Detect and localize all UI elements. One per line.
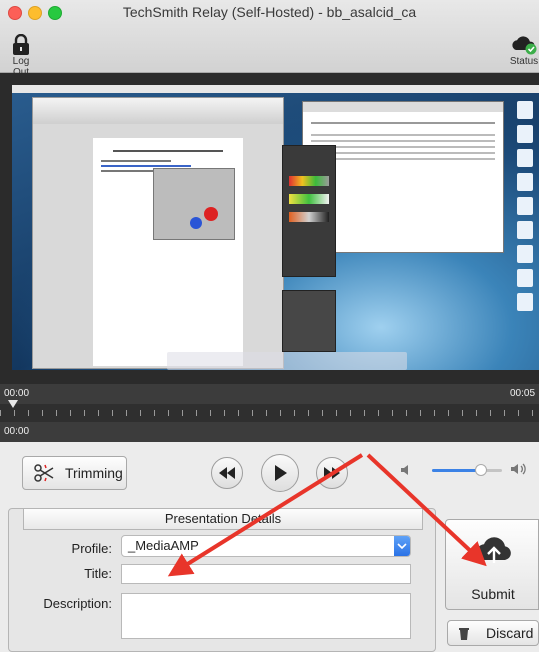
status-tool[interactable]: Status: [508, 34, 539, 67]
playhead-handle[interactable]: [8, 400, 18, 408]
document-page: [93, 138, 243, 366]
word-toolbar: [33, 98, 283, 124]
submit-label: Submit: [471, 586, 515, 602]
desktop-icons: [511, 95, 539, 365]
fast-forward-icon: [324, 467, 340, 479]
volume-slider-fill: [432, 469, 481, 472]
rewind-icon: [219, 467, 235, 479]
volume-slider[interactable]: [432, 464, 502, 476]
recording-preview-thumbnail[interactable]: [12, 85, 539, 370]
timeline-start-time: 00:00: [4, 388, 30, 399]
profile-select[interactable]: _MediaAMP: [121, 535, 411, 557]
timeline-end-time: 00:05: [510, 388, 536, 399]
fast-forward-button[interactable]: [316, 457, 348, 489]
logout-tool[interactable]: Log Out: [4, 34, 38, 78]
trimming-label: Trimming: [65, 465, 123, 481]
profile-label: Profile:: [71, 541, 112, 556]
title-label: Title:: [84, 566, 112, 581]
select-arrow-icon: [394, 536, 410, 556]
cloud-status-icon: [512, 36, 537, 55]
cloud-upload-icon: [476, 537, 511, 563]
description-label: Description:: [43, 596, 112, 611]
play-button[interactable]: [261, 454, 299, 492]
lock-icon: [13, 34, 29, 55]
play-icon: [275, 465, 287, 481]
volume-high-icon: [511, 463, 526, 475]
current-time: 00:00: [4, 426, 30, 437]
desktop-dock: [167, 352, 407, 370]
video-preview-area: [0, 73, 539, 384]
discard-button[interactable]: Discard: [447, 620, 539, 646]
volume-slider-knob[interactable]: [475, 464, 487, 476]
word-document-window: [32, 97, 284, 369]
window-title: TechSmith Relay (Self-Hosted) - bb_asalc…: [122, 4, 417, 20]
timeline-ruler[interactable]: [0, 404, 539, 422]
scissors-icon: [34, 464, 54, 482]
rewind-button[interactable]: [211, 457, 243, 489]
description-textarea[interactable]: [121, 593, 411, 639]
title-input[interactable]: [121, 564, 411, 584]
profile-value: _MediaAMP: [128, 538, 199, 553]
timeline[interactable]: 00:00 00:05 00:00: [0, 384, 539, 442]
presentation-details-header: Presentation Details: [23, 509, 423, 530]
status-label: Status: [509, 56, 539, 67]
discard-label: Discard: [486, 625, 534, 641]
desktop-menubar: [12, 85, 539, 93]
color-palette-window: [282, 145, 336, 277]
window-titlebar: TechSmith Relay (Self-Hosted) - bb_asalc…: [0, 0, 539, 78]
submit-button[interactable]: Submit: [445, 519, 539, 610]
trimming-button[interactable]: Trimming: [22, 456, 127, 490]
tool-panel-window: [282, 290, 336, 352]
trash-icon: [459, 628, 469, 640]
volume-low-icon: [401, 465, 408, 475]
